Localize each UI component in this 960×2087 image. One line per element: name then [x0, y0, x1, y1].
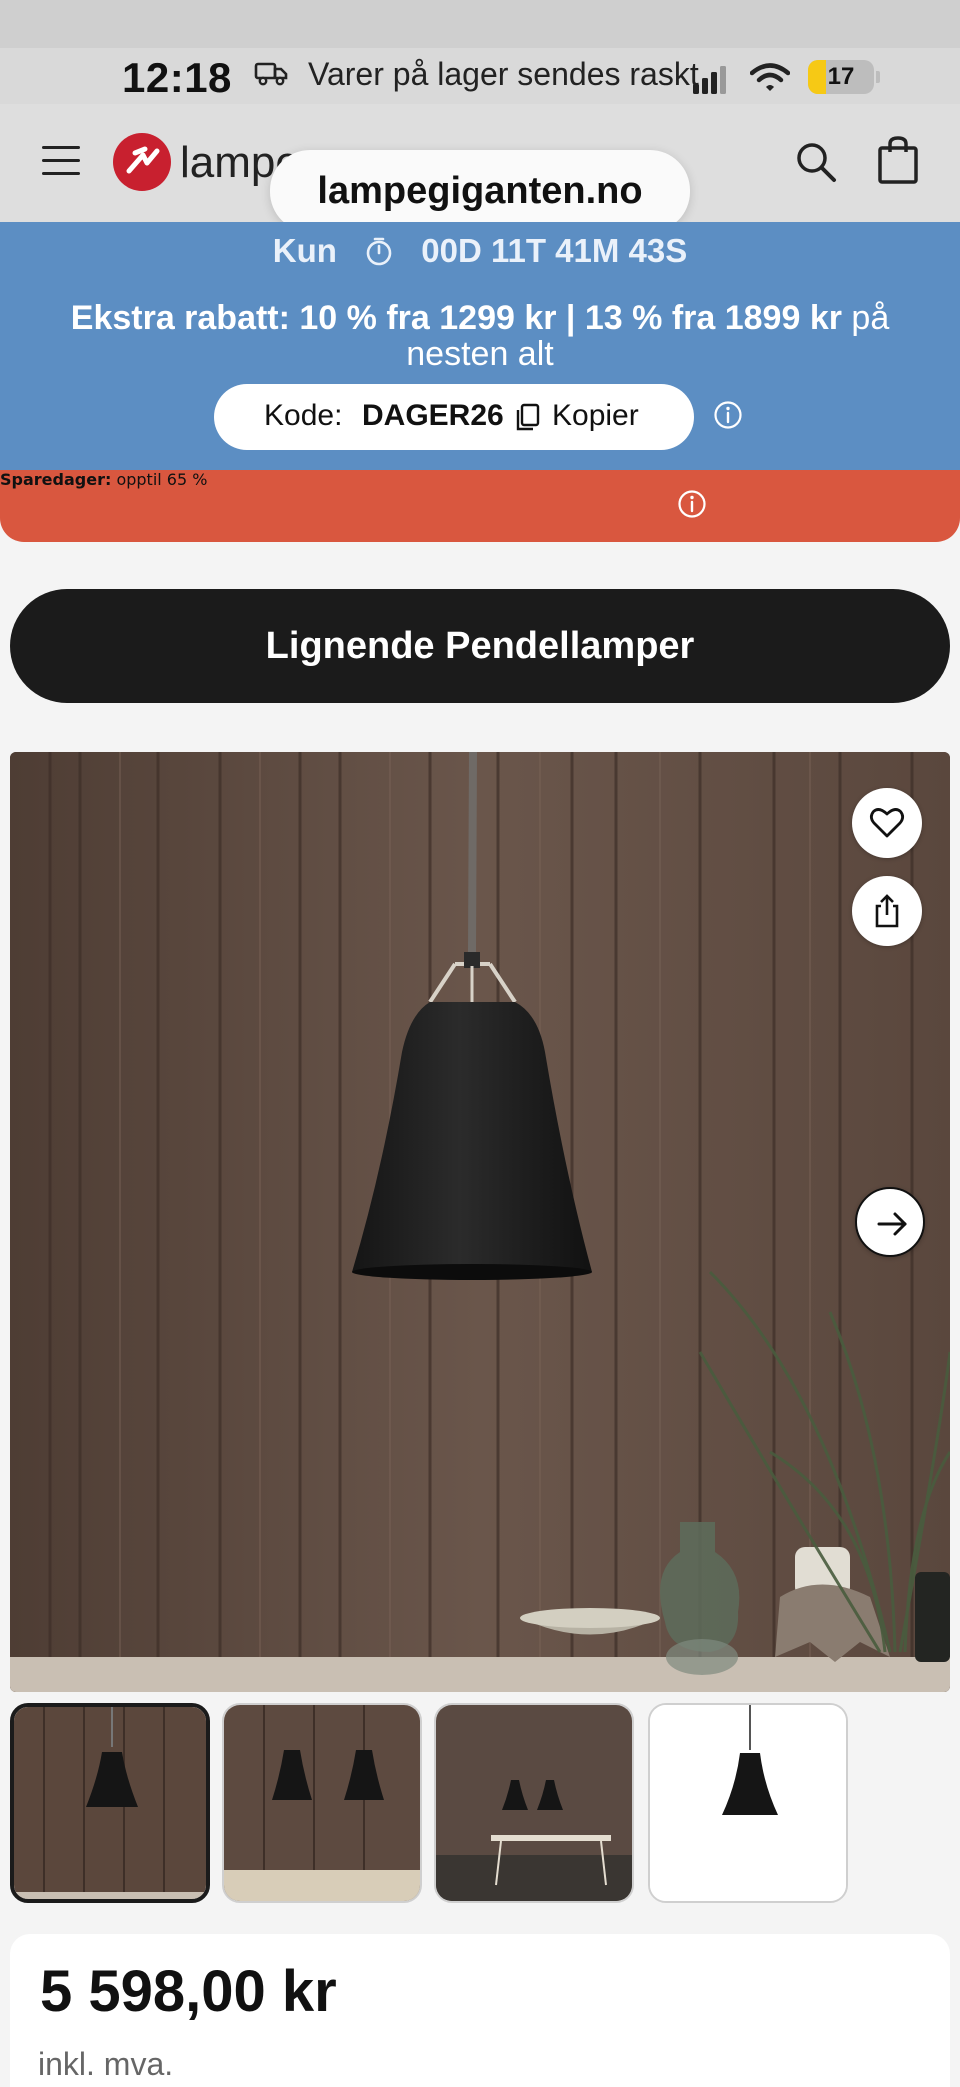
vat-note: inkl. mva.	[38, 2046, 174, 2082]
battery-level: 17	[827, 63, 855, 90]
arrow-right-icon	[877, 1212, 907, 1236]
countdown: Kun 00D 11T 41M 43S	[0, 232, 960, 270]
favorite-button[interactable]	[852, 788, 922, 858]
countdown-value: 00D 11T 41M 43S	[421, 232, 688, 269]
status-banner-text: Varer på lager sendes raskt	[308, 56, 699, 92]
share-button[interactable]	[852, 876, 922, 946]
signal-icon	[693, 66, 726, 94]
copy-code-button[interactable]: Kode: DAGER26 Kopier	[214, 384, 694, 450]
url-bar[interactable]: lampegiganten.no	[270, 150, 690, 232]
thumbnail-1[interactable]	[10, 1703, 210, 1903]
truck-icon	[254, 62, 288, 86]
code-value: DAGER26	[362, 399, 504, 432]
hamburger-icon[interactable]	[42, 146, 80, 176]
similar-products-button[interactable]: Lignende Pendellamper	[10, 589, 950, 703]
promo-text: Ekstra rabatt: 10 % fra 1299 kr | 13 % f…	[40, 300, 920, 372]
sale-info-icon[interactable]	[677, 489, 707, 519]
thumbnail-2[interactable]	[222, 1703, 422, 1903]
countdown-label: Kun	[272, 232, 337, 269]
stopwatch-icon	[366, 237, 392, 266]
shopping-bag-icon[interactable]	[874, 134, 922, 186]
thumbnail-3[interactable]	[434, 1703, 634, 1903]
thumbnail-4[interactable]	[648, 1703, 848, 1903]
info-icon[interactable]	[713, 400, 743, 430]
code-label: Kode:	[264, 399, 343, 432]
sale-text: Sparedager: opptil 65 %	[0, 470, 207, 489]
product-image[interactable]	[10, 752, 950, 1692]
next-image-button[interactable]	[855, 1187, 925, 1257]
copy-icon	[516, 403, 540, 431]
sale-rest: opptil 65 %	[111, 470, 208, 489]
share-icon	[875, 894, 899, 928]
sale-bold: Sparedager:	[0, 470, 112, 489]
product-price: 5 598,00 kr	[40, 1959, 337, 2024]
status-time: 12:18	[122, 54, 232, 101]
logo-icon[interactable]	[113, 133, 171, 191]
heart-icon	[869, 808, 905, 838]
promo-bold-text: Ekstra rabatt: 10 % fra 1299 kr | 13 % f…	[70, 299, 842, 337]
battery-icon: 17	[808, 60, 880, 94]
product-photo	[10, 752, 950, 1692]
search-icon[interactable]	[792, 138, 840, 186]
copy-label: Kopier	[552, 399, 639, 432]
wifi-icon	[750, 63, 790, 91]
